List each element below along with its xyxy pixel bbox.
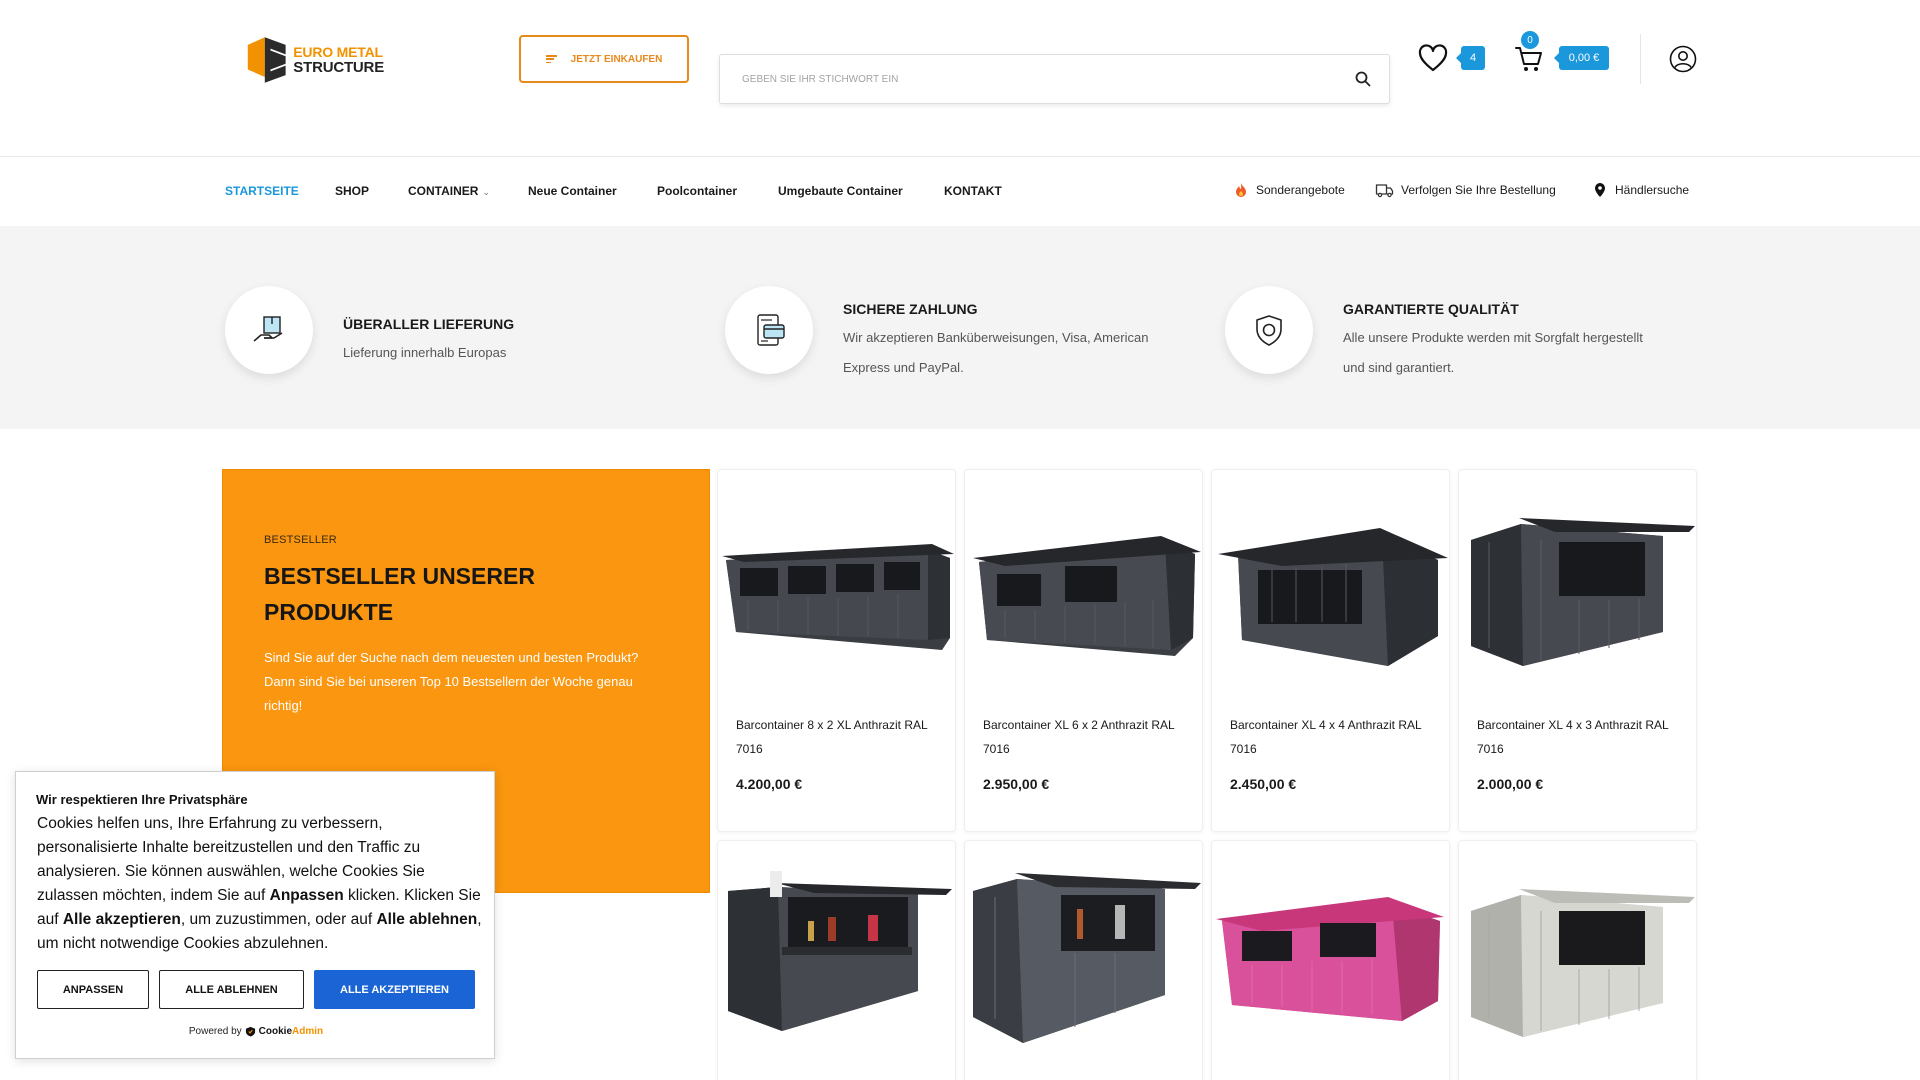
bestseller-kicker: BESTSELLER (264, 534, 337, 546)
cookie-text-bold: Alle akzeptieren (62, 911, 181, 928)
location-pin-icon (1595, 183, 1605, 197)
nav-special-offers[interactable]: Sonderangebote (1233, 182, 1345, 198)
feature-quality-icon-circle (1225, 286, 1313, 374)
features-strip: ÜBERALLER LIEFERUNG Lieferung innerhalb … (0, 226, 1920, 429)
menu-lines-icon (545, 55, 557, 63)
shop-now-label: JETZT EINKAUFEN (570, 53, 663, 65)
feature-payment-desc: Wir akzeptieren Banküberweisungen, Visa,… (843, 330, 1149, 375)
product-price: 2.450,00 € (1230, 776, 1297, 792)
logo-word-metal: METAL (336, 44, 383, 60)
product-card[interactable]: Barcontainer XL 4 x 3 Anthrazit RAL 7016… (1458, 469, 1697, 832)
product-card[interactable] (1211, 840, 1450, 1080)
nav-dealer-search[interactable]: Händlersuche (1592, 182, 1689, 198)
cookie-consent-dialog: Wir respektieren Ihre Privatsphäre Cooki… (15, 771, 495, 1059)
cookie-title: Wir respektieren Ihre Privatsphäre (36, 792, 248, 807)
feature-payment-icon-circle (725, 286, 813, 374)
cart-count-badge: 0 (1521, 31, 1539, 49)
header-divider (1640, 34, 1641, 84)
product-image[interactable] (965, 470, 1202, 690)
cookie-text-bold: Anpassen (269, 887, 344, 904)
nav-item-container-label: CONTAINER (408, 184, 479, 198)
flame-icon (1236, 183, 1246, 197)
site-header: EURO METAL STRUCTURE JETZT EINKAUFEN 4 0… (0, 0, 1920, 157)
product-card[interactable] (717, 840, 956, 1080)
cookie-text-part: , um zuzustimmen, oder auf (180, 911, 377, 928)
page: EURO METAL STRUCTURE JETZT EINKAUFEN 4 0… (0, 0, 1920, 1080)
product-name[interactable]: Barcontainer XL 4 x 4 Anthrazit RAL 7016 (1230, 713, 1440, 761)
cookie-reject-all-button[interactable]: ALLE ABLEHNEN (159, 970, 304, 1009)
bestseller-desc: Sind Sie auf der Suche nach dem neuesten… (264, 650, 639, 713)
product-image[interactable] (1459, 470, 1696, 690)
delivery-truck-icon (1375, 184, 1394, 198)
search-icon[interactable] (1355, 71, 1371, 87)
cookie-accept-all-button[interactable]: ALLE AKZEPTIEREN (314, 970, 475, 1009)
nav-track-order[interactable]: Verfolgen Sie Ihre Bestellung (1375, 182, 1556, 198)
feature-delivery-title: ÜBERALLER LIEFERUNG (343, 316, 515, 332)
wishlist-heart-icon[interactable] (1418, 44, 1448, 74)
dealer-search-label: Händlersuche (1615, 183, 1690, 197)
cookie-text-bold: Alle ablehnen (376, 911, 478, 928)
product-price: 4.200,00 € (736, 776, 803, 792)
site-logo[interactable]: EURO METAL STRUCTURE (244, 32, 384, 88)
product-card[interactable] (964, 840, 1203, 1080)
main-navigation: STARTSEITE SHOP CONTAINER ⌄ Neue Containe… (0, 158, 1920, 226)
product-image[interactable] (965, 841, 1202, 1061)
search-box (719, 54, 1390, 104)
chevron-down-icon: ⌄ (482, 187, 490, 197)
cookieadmin-word-cookie: Cookie (258, 1026, 293, 1037)
special-offers-label: Sonderangebote (1256, 183, 1345, 197)
product-image[interactable] (718, 841, 955, 1061)
shop-now-button[interactable]: JETZT EINKAUFEN (519, 35, 689, 83)
product-name[interactable]: Barcontainer XL 6 x 2 Anthrazit RAL 7016 (983, 713, 1193, 761)
product-price: 2.000,00 € (1477, 776, 1544, 792)
cookieadmin-shield-icon (245, 1026, 255, 1037)
shield-icon (1256, 315, 1282, 346)
product-card[interactable]: Barcontainer 8 x 2 XL Anthrazit RAL 7016… (717, 469, 956, 832)
nav-item-new-containers[interactable]: Neue Container (528, 184, 617, 198)
feature-quality: GARANTIERTE QUALITÄT Alle unsere Produkt… (1225, 286, 1665, 386)
feature-payment: SICHERE ZAHLUNG Wir akzeptieren Banküber… (725, 286, 1165, 386)
nav-item-converted-containers[interactable]: Umgebaute Container (778, 184, 903, 198)
user-account-icon[interactable] (1669, 45, 1697, 73)
cookie-powered-by: Powered by CookieAdmin (16, 1026, 496, 1037)
product-card[interactable] (1458, 840, 1697, 1080)
nav-item-shop[interactable]: SHOP (335, 184, 369, 198)
cookieadmin-word-admin: Admin (292, 1026, 324, 1037)
feature-delivery-desc: Lieferung innerhalb Europas (343, 345, 507, 360)
feature-payment-title: SICHERE ZAHLUNG (843, 301, 978, 317)
logo-word-euro: EURO (293, 44, 333, 60)
product-name[interactable]: Barcontainer 8 x 2 XL Anthrazit RAL 7016 (736, 713, 946, 761)
nav-item-contact[interactable]: KONTAKT (944, 184, 1002, 198)
feature-quality-title: GARANTIERTE QUALITÄT (1343, 301, 1519, 317)
cookieadmin-logo[interactable]: CookieAdmin (259, 1026, 323, 1037)
feature-delivery: ÜBERALLER LIEFERUNG Lieferung innerhalb … (225, 286, 665, 386)
nav-item-container[interactable]: CONTAINER ⌄ (408, 184, 490, 198)
product-price: 2.950,00 € (983, 776, 1050, 792)
product-name[interactable]: Barcontainer XL 4 x 3 Anthrazit RAL 7016 (1477, 713, 1687, 761)
nav-item-pool-containers[interactable]: Poolcontainer (657, 184, 737, 198)
product-image[interactable] (718, 470, 955, 690)
search-input[interactable] (742, 55, 1322, 103)
product-card[interactable]: Barcontainer XL 4 x 4 Anthrazit RAL 7016… (1211, 469, 1450, 832)
package-hand-icon (253, 316, 283, 342)
powered-by-label: Powered by (188, 1026, 242, 1037)
logo-mark-icon (247, 37, 286, 83)
wishlist-count-badge: 4 (1456, 46, 1485, 70)
feature-quality-desc: Alle unsere Produkte werden mit Sorgfalt… (1343, 330, 1643, 375)
cart-total-badge[interactable]: 0,00 € (1554, 46, 1609, 70)
nav-item-home[interactable]: STARTSEITE (225, 184, 299, 198)
cookie-text: Cookies helfen uns, Ihre Erfahrung zu ve… (37, 812, 483, 956)
bestseller-title: BESTSELLER UNSERER PRODUKTE (264, 563, 535, 625)
product-image[interactable] (1212, 470, 1449, 690)
logo-text: EURO METAL STRUCTURE (293, 44, 384, 76)
product-image[interactable] (1459, 841, 1696, 1061)
product-card[interactable]: Barcontainer XL 6 x 2 Anthrazit RAL 7016… (964, 469, 1203, 832)
cookie-customize-button[interactable]: ANPASSEN (37, 970, 149, 1009)
feature-delivery-icon-circle (225, 286, 313, 374)
track-order-label: Verfolgen Sie Ihre Bestellung (1401, 183, 1556, 197)
product-image[interactable] (1212, 841, 1449, 1061)
payment-card-icon (757, 314, 785, 346)
logo-word-structure: STRUCTURE (293, 59, 384, 76)
